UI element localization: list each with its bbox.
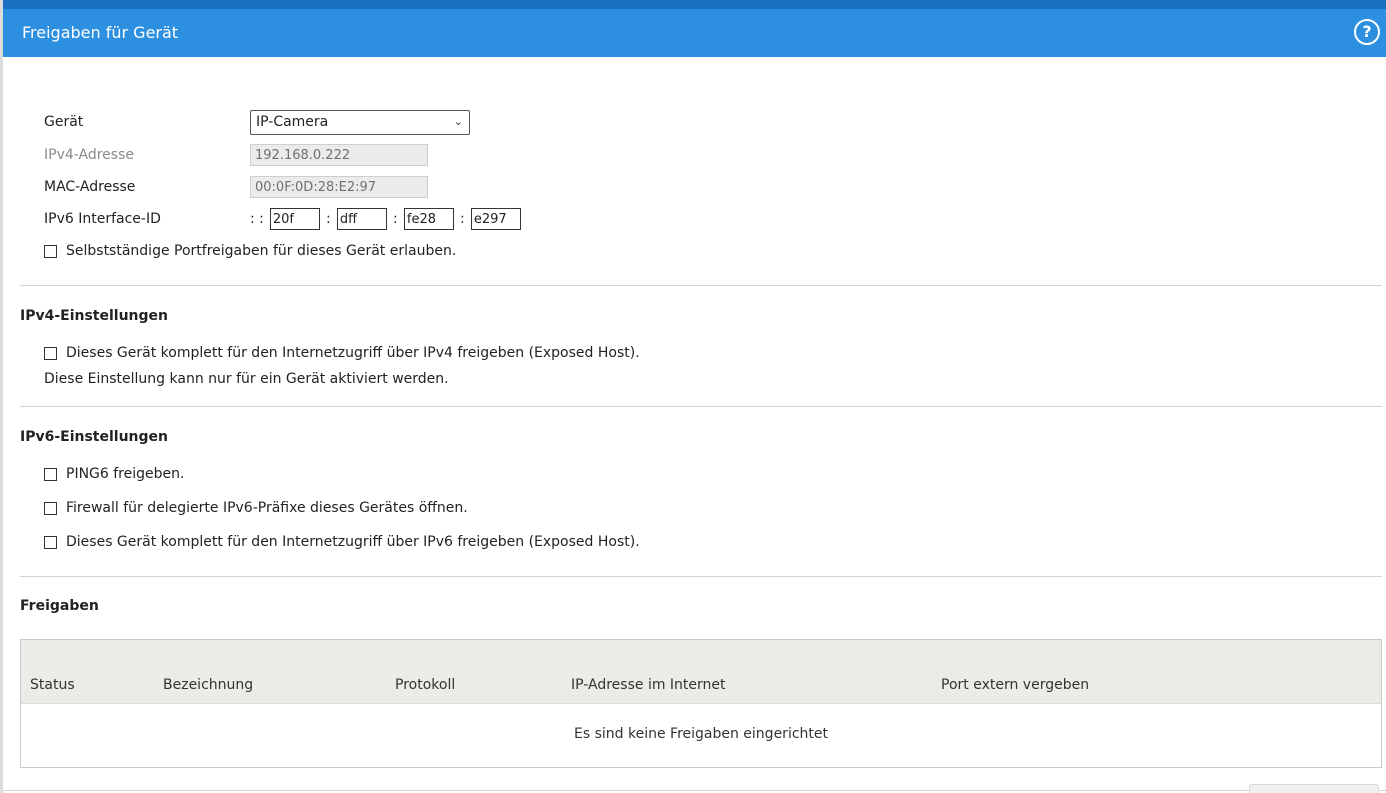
freigaben-title: Freigaben <box>20 598 99 614</box>
ping6-label: PING6 freigeben. <box>66 466 185 482</box>
ipv6-separator: : <box>326 211 331 227</box>
divider <box>20 406 1382 407</box>
ipv6-prefix: : : <box>250 211 264 227</box>
column-header-ip-adresse[interactable]: IP-Adresse im Internet <box>571 677 726 693</box>
column-header-status[interactable]: Status <box>30 677 75 693</box>
ipv6-interface-group: : : 20f : dff : fe28 : e297 <box>250 208 521 230</box>
chevron-down-icon: ⌄ <box>453 114 463 128</box>
ipv6-interface-label: IPv6 Interface-ID <box>44 211 161 227</box>
table-empty-message: Es sind keine Freigaben eingerichtet <box>574 726 828 742</box>
ipv4-address-label: IPv4-Adresse <box>44 147 134 163</box>
ipv6-part-3-input[interactable]: fe28 <box>403 208 454 230</box>
firewall-label: Firewall für delegierte IPv6-Präfixe die… <box>66 500 468 516</box>
ipv4-exposed-host-row: Dieses Gerät komplett für den Internetzu… <box>44 343 640 363</box>
device-select[interactable]: IP-Camera ⌄ <box>250 109 470 135</box>
column-header-port-extern[interactable]: Port extern vergeben <box>941 677 1089 693</box>
freigaben-table: Status Bezeichnung Protokoll IP-Adresse … <box>20 639 1382 768</box>
ping6-checkbox[interactable] <box>44 467 57 481</box>
table-header: Status Bezeichnung Protokoll IP-Adresse … <box>21 640 1381 704</box>
divider <box>20 576 1382 577</box>
ipv6-part-1-input[interactable]: 20f <box>269 208 320 230</box>
new-freigabe-button[interactable] <box>1249 784 1379 793</box>
divider <box>20 285 1382 286</box>
ipv4-address-field: 192.168.0.222 <box>250 144 428 166</box>
title-bar: Freigaben für Gerät ? <box>3 0 1386 57</box>
ipv6-exposed-host-label: Dieses Gerät komplett für den Internetzu… <box>66 534 640 550</box>
ipv6-part-2-input[interactable]: dff <box>336 208 387 230</box>
ipv4-note: Diese Einstellung kann nur für ein Gerät… <box>44 371 449 387</box>
auto-port-label: Selbstständige Portfreigaben für dieses … <box>66 243 457 259</box>
help-icon[interactable]: ? <box>1354 19 1380 45</box>
firewall-row: Firewall für delegierte IPv6-Präfixe die… <box>44 498 468 518</box>
mac-address-row: MAC-Adresse 00:0F:0D:28:E2:97 <box>44 174 428 200</box>
mac-address-label: MAC-Adresse <box>44 179 136 195</box>
device-row: Gerät IP-Camera ⌄ <box>44 109 470 135</box>
mac-address-field: 00:0F:0D:28:E2:97 <box>250 176 428 198</box>
auto-port-row: Selbstständige Portfreigaben für dieses … <box>44 241 456 261</box>
device-label: Gerät <box>44 114 84 130</box>
ipv6-exposed-host-row: Dieses Gerät komplett für den Internetzu… <box>44 532 640 552</box>
ipv6-interface-row: IPv6 Interface-ID : : 20f : dff : fe28 :… <box>44 206 521 232</box>
column-header-protokoll[interactable]: Protokoll <box>395 677 455 693</box>
page: Freigaben für Gerät ? Gerät IP-Camera ⌄ … <box>0 0 1386 793</box>
ipv6-exposed-host-checkbox[interactable] <box>44 535 57 549</box>
divider <box>3 790 1386 791</box>
firewall-checkbox[interactable] <box>44 501 57 515</box>
ipv6-settings-title: IPv6-Einstellungen <box>20 429 169 445</box>
ipv4-address-row: IPv4-Adresse 192.168.0.222 <box>44 142 428 168</box>
device-select-value: IP-Camera <box>256 114 329 130</box>
ipv4-settings-title: IPv4-Einstellungen <box>20 308 169 324</box>
ipv6-separator: : <box>460 211 465 227</box>
ipv4-exposed-host-checkbox[interactable] <box>44 346 57 360</box>
ipv6-separator: : <box>393 211 398 227</box>
auto-port-checkbox[interactable] <box>44 244 57 258</box>
ipv4-exposed-host-label: Dieses Gerät komplett für den Internetzu… <box>66 345 640 361</box>
ipv6-part-4-input[interactable]: e297 <box>470 208 521 230</box>
column-header-bezeichnung[interactable]: Bezeichnung <box>163 677 253 693</box>
ping6-row: PING6 freigeben. <box>44 464 184 484</box>
page-title: Freigaben für Gerät <box>22 23 179 42</box>
